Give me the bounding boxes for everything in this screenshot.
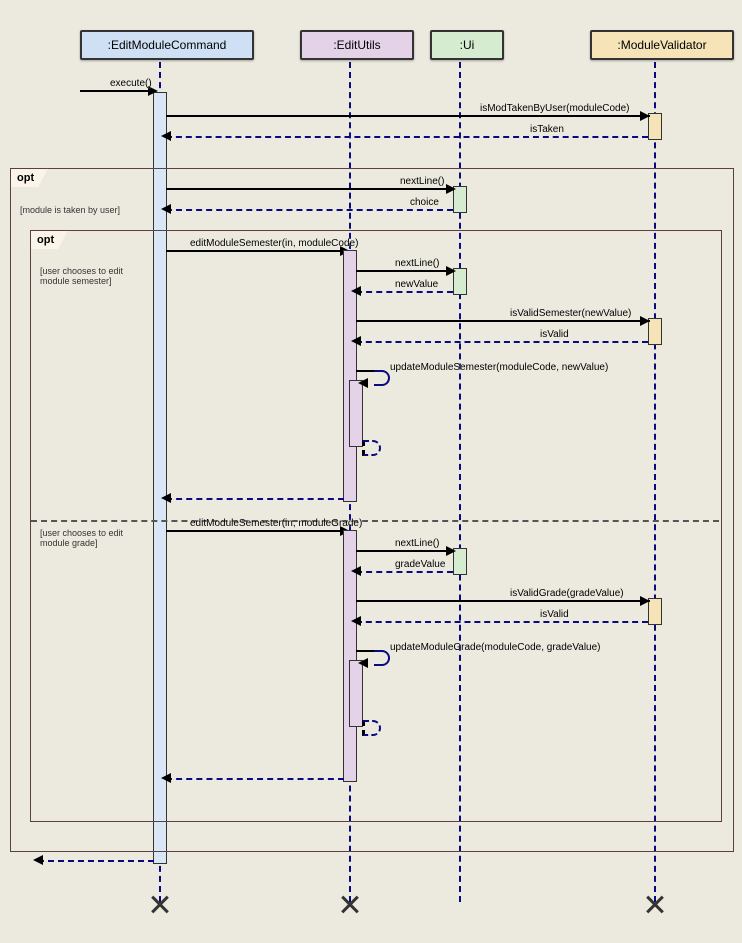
self-return-arc <box>362 720 381 736</box>
arrow-icon <box>161 204 171 214</box>
msg-gradevalue <box>356 571 453 573</box>
self-return-arc <box>362 440 381 456</box>
msg-final-return <box>38 860 154 862</box>
msg-return <box>166 778 344 780</box>
msg-label: choice <box>410 197 439 208</box>
msg-label: isValidGrade(gradeValue) <box>510 588 624 599</box>
msg-is-valid-grade <box>356 600 650 602</box>
lifeline-validator: :ModuleValidator <box>590 30 734 60</box>
frag-separator <box>31 520 719 522</box>
fragment-tab: opt <box>10 168 48 187</box>
msg-label: isValidSemester(newValue) <box>510 308 631 319</box>
activation-self <box>349 380 363 447</box>
msg-label: nextLine() <box>400 176 444 187</box>
msg-choice <box>166 209 453 211</box>
arrow-icon <box>446 184 456 194</box>
msg-label: gradeValue <box>395 559 445 570</box>
msg-is-taken <box>166 136 648 138</box>
arrow-icon <box>351 566 361 576</box>
arrow-icon <box>640 596 650 606</box>
destroy-icon <box>341 895 359 913</box>
sequence-diagram: :EditModuleCommand :EditUtils :Ui :Modul… <box>0 0 742 943</box>
msg-isvalid1 <box>356 341 648 343</box>
msg-label: updateModuleSemester(moduleCode, newValu… <box>390 362 608 373</box>
destroy-icon <box>646 895 664 913</box>
msg-update-sem <box>356 370 376 372</box>
lifeline-ui: :Ui <box>430 30 504 60</box>
arrow-icon <box>640 316 650 326</box>
msg-nextline <box>166 188 454 190</box>
arrow-icon <box>161 773 171 783</box>
arrow-icon <box>351 286 361 296</box>
msg-label: isModTakenByUser(moduleCode) <box>480 103 630 114</box>
lifeline-edit-command: :EditModuleCommand <box>80 30 254 60</box>
guard-inner2: [user chooses to edit module grade] <box>40 528 140 548</box>
lifeline-edit-utils: :EditUtils <box>300 30 414 60</box>
msg-newvalue <box>356 291 453 293</box>
msg-edit-sem <box>166 250 346 252</box>
msg-edit-grade <box>166 530 346 532</box>
self-call-arc <box>374 650 390 666</box>
guard-outer: [module is taken by user] <box>20 205 120 215</box>
fragment-tab: opt <box>30 230 68 249</box>
msg-isvalid2 <box>356 621 648 623</box>
activation-validator <box>648 318 662 345</box>
msg-nextline3 <box>356 550 454 552</box>
activation-self <box>349 660 363 727</box>
activation-validator <box>648 598 662 625</box>
msg-return <box>166 498 344 500</box>
msg-execute <box>80 90 153 92</box>
arrow-icon <box>446 546 456 556</box>
arrow-icon <box>358 378 368 388</box>
msg-label: isTaken <box>530 124 564 135</box>
msg-label: isValid <box>540 329 569 340</box>
msg-is-mod-taken <box>166 115 650 117</box>
msg-label: isValid <box>540 609 569 620</box>
msg-label: nextLine() <box>395 258 439 269</box>
guard-inner1: [user chooses to edit module semester] <box>40 266 140 286</box>
msg-nextline2 <box>356 270 454 272</box>
arrow-icon <box>351 336 361 346</box>
arrow-icon <box>351 616 361 626</box>
msg-is-valid-sem <box>356 320 650 322</box>
msg-label: editModuleSemester(in, moduleCode) <box>190 238 358 249</box>
msg-label: nextLine() <box>395 538 439 549</box>
msg-label: editModuleSemester(in, moduleGrade) <box>190 518 362 529</box>
msg-label: execute() <box>110 78 152 89</box>
self-call-arc <box>374 370 390 386</box>
arrow-icon <box>33 855 43 865</box>
arrow-icon <box>161 493 171 503</box>
arrow-icon <box>640 111 650 121</box>
arrow-icon <box>358 658 368 668</box>
msg-label: updateModuleGrade(moduleCode, gradeValue… <box>390 642 601 653</box>
arrow-icon <box>446 266 456 276</box>
destroy-icon <box>151 895 169 913</box>
activation-validator <box>648 113 662 140</box>
arrow-icon <box>161 131 171 141</box>
msg-update-grade <box>356 650 376 652</box>
msg-label: newValue <box>395 279 438 290</box>
